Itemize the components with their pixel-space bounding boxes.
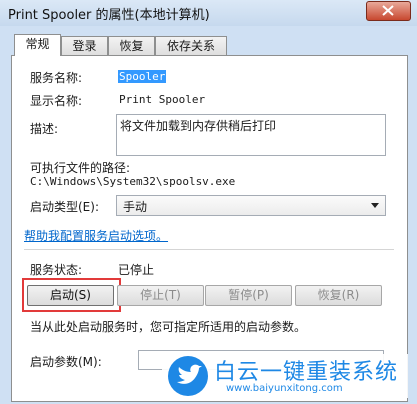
chevron-down-icon	[371, 203, 379, 208]
watermark-logo: 白云一键重装系统 www.baiyunxitong.com	[162, 354, 408, 398]
description-box[interactable]: 将文件加载到内存供稍后打印	[116, 114, 386, 156]
window-title: Print Spooler 的属性(本地计算机)	[8, 8, 210, 23]
properties-dialog: Print Spooler 的属性(本地计算机) 常规 登录 恢复 依存关系 服…	[0, 0, 417, 404]
tab-dependencies[interactable]: 依存关系	[155, 36, 227, 55]
status-value: 已停止	[118, 263, 155, 277]
divider	[24, 249, 394, 250]
general-panel: 服务名称: Spooler 显示名称: Print Spooler 描述: 将文…	[11, 55, 408, 402]
display-name-value[interactable]: Print Spooler	[119, 93, 205, 106]
help-link[interactable]: 帮助我配置服务启动选项。	[24, 227, 168, 244]
tab-logon[interactable]: 登录	[61, 36, 108, 55]
status-label: 服务状态:	[30, 263, 83, 277]
tab-recovery[interactable]: 恢复	[108, 36, 155, 55]
bird-logo-icon	[168, 356, 208, 396]
start-params-hint: 当从此处启动服务时，您可指定所适用的启动参数。	[30, 320, 307, 334]
service-name-label: 服务名称:	[30, 71, 83, 85]
startup-type-value: 手动	[123, 200, 148, 214]
stop-button[interactable]: 停止(T)	[117, 285, 204, 306]
service-name-value[interactable]: Spooler	[118, 70, 167, 83]
exe-path-value[interactable]: C:\Windows\System32\spoolsv.exe	[30, 175, 235, 188]
startup-type-label: 启动类型(E):	[30, 200, 99, 214]
startup-type-select[interactable]: 手动	[116, 195, 386, 216]
description-value: 将文件加载到内存供稍后打印	[120, 119, 277, 133]
watermark-title: 白云一键重装系统	[214, 360, 399, 385]
description-label: 描述:	[30, 122, 59, 136]
start-button[interactable]: 启动(S)	[27, 285, 114, 306]
pause-button[interactable]: 暂停(P)	[205, 285, 292, 306]
title-bar[interactable]: Print Spooler 的属性(本地计算机)	[0, 0, 417, 26]
watermark-url: www.baiyunxitong.com	[226, 383, 343, 394]
close-button[interactable]	[366, 1, 411, 21]
exe-path-label: 可执行文件的路径:	[30, 161, 131, 175]
resume-button[interactable]: 恢复(R)	[295, 285, 382, 306]
tab-general[interactable]: 常规	[14, 34, 61, 56]
display-name-label: 显示名称:	[30, 94, 83, 108]
close-icon	[382, 5, 394, 16]
start-params-label: 启动参数(M):	[30, 355, 102, 369]
